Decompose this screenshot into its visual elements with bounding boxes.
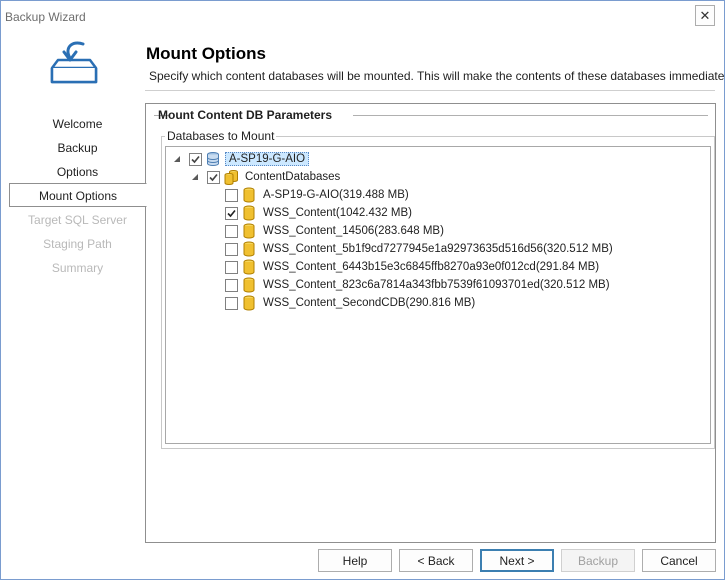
databases-tree[interactable]: A-SP19-G-AIO ContentDatabases A-SP19-G-A…	[165, 146, 711, 444]
tree-node-database[interactable]: WSS_Content_SecondCDB(290.816 MB)	[225, 294, 477, 312]
nav-item-backup[interactable]: Backup	[9, 135, 146, 159]
tree-node-database[interactable]: WSS_Content_6443b15e3c6845ffb8270a93e0f0…	[225, 258, 601, 276]
databases-fieldset-legend: Databases to Mount	[165, 129, 277, 143]
database-icon	[243, 223, 255, 239]
database-icon	[243, 295, 255, 311]
database-checkbox[interactable]	[225, 188, 238, 202]
cancel-button[interactable]: Cancel	[642, 549, 716, 572]
backup-wizard-icon	[50, 41, 98, 84]
page-description: Specify which content databases will be …	[149, 69, 725, 83]
database-checkbox[interactable]	[225, 296, 238, 310]
close-icon: ✕	[699, 8, 711, 23]
server-checkbox[interactable]	[189, 152, 202, 166]
nav-item-options[interactable]: Options	[9, 159, 146, 183]
server-label[interactable]: A-SP19-G-AIO	[225, 152, 310, 166]
database-label[interactable]: WSS_Content_6443b15e3c6845ffb8270a93e0f0…	[261, 260, 601, 274]
database-label[interactable]: A-SP19-G-AIO(319.488 MB)	[261, 188, 411, 202]
tree-node-database[interactable]: WSS_Content_5b1f9cd7277945e1a92973635d51…	[225, 240, 615, 258]
database-label[interactable]: WSS_Content_14506(283.648 MB)	[261, 224, 446, 238]
database-icon	[243, 241, 255, 257]
help-button[interactable]: Help	[318, 549, 392, 572]
nav-item-welcome[interactable]: Welcome	[9, 111, 146, 135]
nav-item-target-sql-server: Target SQL Server	[28, 213, 127, 227]
wizard-steps-nav: Welcome Backup Options Mount Options Tar…	[9, 111, 147, 279]
database-icon	[243, 259, 255, 275]
databases-folder-icon	[224, 170, 238, 185]
database-label[interactable]: WSS_Content_5b1f9cd7277945e1a92973635d51…	[261, 242, 615, 256]
page-title: Mount Options	[146, 44, 266, 63]
database-icon	[243, 277, 255, 293]
database-checkbox[interactable]	[225, 242, 238, 256]
database-checkbox[interactable]	[225, 278, 238, 292]
database-label[interactable]: WSS_Content(1042.432 MB)	[261, 206, 414, 220]
back-button[interactable]: < Back	[399, 549, 473, 572]
backup-wizard-window: Backup Wizard ✕ Mount Options Specify wh…	[0, 0, 725, 580]
header-divider	[145, 90, 715, 91]
database-checkbox[interactable]	[225, 224, 238, 238]
tree-node-database[interactable]: WSS_Content_14506(283.648 MB)	[225, 222, 446, 240]
database-label[interactable]: WSS_Content_823c6a7814a343fbb7539f610937…	[261, 278, 612, 292]
nav-item-staging-path: Staging Path	[43, 237, 112, 251]
database-checkbox[interactable]	[225, 260, 238, 274]
content-databases-checkbox[interactable]	[207, 170, 220, 184]
database-icon	[243, 205, 255, 221]
nav-item-mount-options[interactable]: Mount Options	[9, 183, 147, 207]
close-button[interactable]: ✕	[695, 5, 715, 26]
database-icon	[243, 187, 255, 203]
database-checkbox[interactable]	[225, 206, 238, 220]
title-bar: Backup Wizard ✕	[1, 1, 724, 31]
tree-node-database[interactable]: WSS_Content(1042.432 MB)	[225, 204, 414, 222]
group-header: Mount Content DB Parameters	[158, 108, 333, 122]
server-database-icon	[207, 152, 219, 166]
group-header-rule-right	[353, 115, 708, 116]
tree-node-content-databases[interactable]: ContentDatabases	[190, 168, 342, 186]
backup-button: Backup	[561, 549, 635, 572]
collapse-arrow-icon[interactable]	[172, 154, 182, 164]
content-databases-label[interactable]: ContentDatabases	[243, 170, 342, 184]
nav-item-summary: Summary	[51, 261, 104, 275]
next-button[interactable]: Next >	[480, 549, 554, 572]
collapse-arrow-icon[interactable]	[190, 172, 200, 182]
tree-node-database[interactable]: WSS_Content_823c6a7814a343fbb7539f610937…	[225, 276, 612, 294]
tree-node-server[interactable]: A-SP19-G-AIO	[172, 150, 310, 168]
tree-node-database[interactable]: A-SP19-G-AIO(319.488 MB)	[225, 186, 411, 204]
database-label[interactable]: WSS_Content_SecondCDB(290.816 MB)	[261, 296, 477, 310]
window-title: Backup Wizard	[5, 10, 86, 24]
